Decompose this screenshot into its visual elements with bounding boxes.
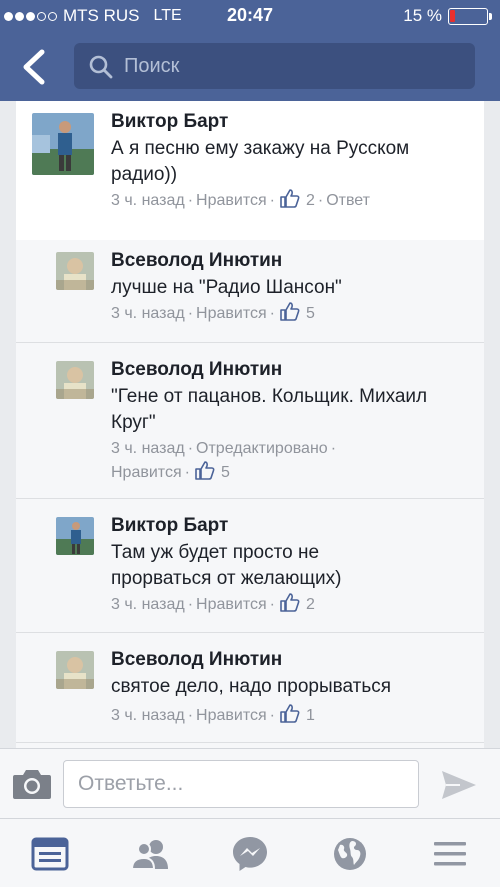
comment-author[interactable]: Всеволод Инютин	[111, 250, 282, 272]
news-feed-icon	[31, 837, 69, 871]
comment-meta: 3 ч. назад · Отредактировано ·	[111, 437, 339, 461]
tab-news-feed[interactable]	[30, 835, 70, 873]
status-bar: MTS RUS LTE 20:47 15 %	[0, 0, 500, 34]
comment-time[interactable]: 3 ч. назад	[111, 593, 185, 617]
tab-bar	[0, 818, 500, 887]
tab-notifications[interactable]	[330, 835, 370, 873]
comment-text: А я песню ему закажу на Русском радио))	[111, 138, 410, 185]
reply-bar	[0, 748, 500, 818]
status-right: 15 %	[403, 6, 492, 26]
tab-friends[interactable]	[130, 835, 170, 873]
comment-meta: 3 ч. назад · Нравится · 2 · Ответ	[111, 189, 370, 213]
comment-text: "Гене от пацанов. Кольщик. Михаил Круг"	[111, 386, 428, 433]
comment-text: святое дело, надо прорываться	[111, 676, 392, 697]
like-count: 2	[305, 192, 315, 209]
like-count: 2	[305, 596, 315, 613]
comment-reply-item: Всеволод Инютин "Гене от пацанов. Кольщи…	[16, 343, 484, 499]
avatar[interactable]	[56, 517, 94, 555]
like-button[interactable]: Нравится	[196, 189, 267, 213]
comment-reply-item: Всеволод Инютин лучше на "Радио Шансон" …	[16, 240, 484, 343]
comment-author[interactable]: Всеволод Инютин	[111, 359, 282, 381]
battery-percent: 15 %	[403, 6, 442, 25]
comment-text: Там уж будет просто не прорваться от жел…	[111, 542, 342, 589]
reply-input[interactable]	[63, 760, 419, 808]
comment-time[interactable]: 3 ч. назад	[111, 437, 185, 461]
like-button[interactable]: Нравится	[111, 461, 182, 485]
send-icon[interactable]	[440, 769, 478, 801]
avatar[interactable]	[56, 361, 94, 399]
thumbs-up-icon	[280, 704, 300, 724]
search-bar[interactable]	[74, 43, 475, 89]
avatar[interactable]	[56, 651, 94, 689]
friends-icon	[130, 840, 168, 870]
edited-label[interactable]: Отредактировано	[196, 437, 328, 461]
like-button[interactable]: Нравится	[196, 302, 267, 326]
comment-item: Виктор Барт А я песню ему закажу на Русс…	[16, 101, 484, 240]
comment-meta-line2: Нравится · 5	[111, 461, 230, 485]
chevron-left-icon	[23, 49, 45, 85]
thumbs-up-icon	[280, 593, 300, 613]
comment-time[interactable]: 3 ч. назад	[111, 189, 185, 213]
like-button[interactable]: Нравится	[196, 704, 267, 728]
comment-meta: 3 ч. назад · Нравится · 5	[111, 302, 315, 326]
avatar[interactable]	[32, 113, 94, 175]
comment-time[interactable]: 3 ч. назад	[111, 704, 185, 728]
search-icon	[89, 55, 113, 79]
thumbs-up-icon	[280, 302, 300, 322]
thumbs-up-icon	[195, 461, 215, 481]
search-input[interactable]	[124, 43, 464, 89]
reply-button[interactable]: Ответ	[326, 189, 370, 213]
battery-icon	[448, 7, 492, 25]
messenger-icon	[233, 837, 267, 871]
comment-reply-item: Всеволод Инютин святое дело, надо прорыв…	[16, 633, 484, 743]
comment-time[interactable]: 3 ч. назад	[111, 302, 185, 326]
menu-icon	[434, 842, 466, 866]
comment-author[interactable]: Всеволод Инютин	[111, 649, 282, 671]
tab-messenger[interactable]	[230, 835, 270, 873]
comment-text: лучше на "Радио Шансон"	[111, 277, 342, 298]
globe-icon	[334, 838, 366, 870]
comment-author[interactable]: Виктор Барт	[111, 515, 228, 537]
camera-icon[interactable]	[12, 768, 52, 800]
avatar[interactable]	[56, 252, 94, 290]
like-count: 1	[305, 707, 315, 724]
header: MTS RUS LTE 20:47 15 %	[0, 0, 500, 101]
back-button[interactable]	[16, 46, 56, 88]
comment-meta: 3 ч. назад · Нравится · 2	[111, 593, 315, 617]
tab-menu[interactable]	[430, 835, 470, 873]
comment-author[interactable]: Виктор Барт	[111, 111, 228, 133]
like-count: 5	[305, 305, 315, 322]
comment-meta: 3 ч. назад · Нравится · 1	[111, 704, 315, 728]
comment-reply-item: Виктор Барт Там уж будет просто не прорв…	[16, 499, 484, 633]
like-count: 5	[220, 464, 230, 481]
comments-list: Виктор Барт А я песню ему закажу на Русс…	[16, 101, 484, 748]
like-button[interactable]: Нравится	[196, 593, 267, 617]
thumbs-up-icon	[280, 189, 300, 209]
